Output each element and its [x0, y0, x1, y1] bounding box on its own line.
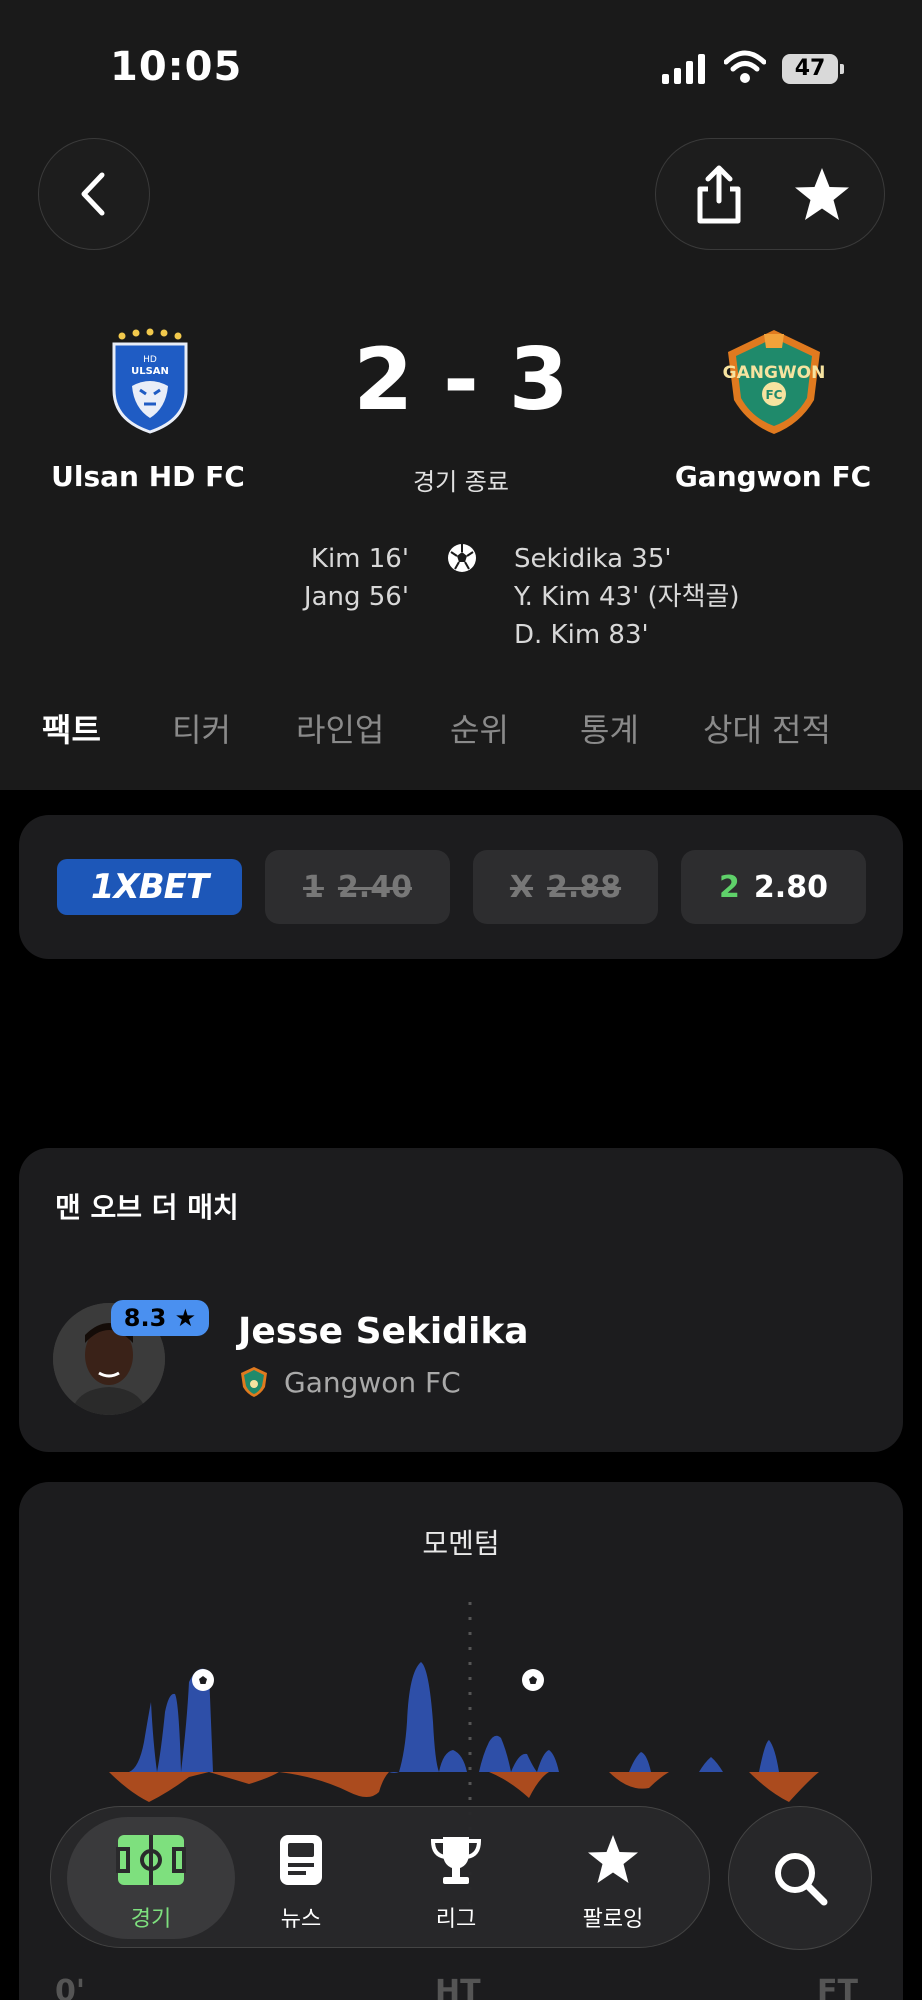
- home-scorer: Jang 56': [303, 582, 409, 612]
- tab-head-to-head[interactable]: 상대 전적: [703, 705, 831, 751]
- axis-label-ht: HT: [435, 1974, 481, 2000]
- bottom-nav: 경기 뉴스 리그 팔로잉: [50, 1806, 710, 1948]
- axis-label-start: 0': [55, 1974, 86, 2000]
- tab-lineup[interactable]: 라인업: [296, 705, 384, 751]
- nav-label: 경기: [130, 1907, 172, 1932]
- share-icon[interactable]: [688, 163, 750, 227]
- search-icon: [775, 1853, 828, 1906]
- favorite-star-icon[interactable]: [791, 165, 853, 225]
- nav-label: 뉴스: [280, 1907, 322, 1932]
- odds-away-button[interactable]: 2 2.80: [681, 850, 866, 924]
- odds-value: 2.40: [337, 869, 412, 905]
- goal-marker-icon: [522, 1669, 544, 1691]
- search-button[interactable]: [728, 1806, 872, 1950]
- nav-news[interactable]: 뉴스: [231, 1807, 371, 1949]
- tab-ticker[interactable]: 티커: [172, 705, 231, 751]
- status-bar: 10:05 47: [0, 0, 922, 130]
- tab-facts[interactable]: 팩트: [42, 705, 101, 751]
- odds-card: 1XBET 1 2.40 X 2.88 2 2.80: [19, 815, 903, 959]
- match-score: 2 - 3: [353, 330, 569, 430]
- away-scorers: Sekidika 35' Y. Kim 43' (자책골) D. Kim 83': [514, 540, 740, 654]
- match-tabs: 팩트 티커 라인업 순위 통계 상대 전적: [0, 705, 922, 765]
- odds-key: 1: [303, 869, 324, 905]
- axis-label-ft: FT: [817, 1974, 858, 2000]
- home-team-name[interactable]: Ulsan HD FC: [28, 460, 268, 493]
- svg-text:FC: FC: [765, 388, 782, 402]
- wifi-icon: [724, 50, 766, 83]
- svg-text:ULSAN: ULSAN: [131, 366, 169, 377]
- battery-level: 47: [782, 54, 838, 84]
- svg-text:HD: HD: [143, 355, 157, 365]
- motm-title: 맨 오브 더 매치: [55, 1191, 239, 1224]
- pitch-icon: [116, 1835, 186, 1885]
- gangwon-logo-icon: GANGWON FC: [723, 330, 826, 434]
- gangwon-logo-icon: [241, 1367, 267, 1397]
- news-icon: [280, 1835, 322, 1885]
- soccer-ball-icon: [448, 544, 476, 572]
- tab-stats[interactable]: 통계: [580, 705, 639, 751]
- away-scorer: Sekidika 35': [514, 544, 672, 574]
- man-of-the-match-card[interactable]: 맨 오브 더 매치 8.3 ★ Jesse Sekidika Gangwon F…: [19, 1148, 903, 1452]
- nav-following[interactable]: 팔로잉: [543, 1807, 683, 1949]
- player-rating-badge: 8.3 ★: [111, 1300, 209, 1336]
- nav-leagues[interactable]: 리그: [386, 1807, 526, 1949]
- home-scorer: Kim 16': [310, 544, 409, 574]
- player-name: Jesse Sekidika: [238, 1311, 529, 1352]
- odds-value: 2.80: [753, 869, 828, 905]
- back-button[interactable]: [38, 138, 150, 250]
- odds-draw-button[interactable]: X 2.88: [473, 850, 658, 924]
- home-scorers: Kim 16' Jang 56': [304, 540, 409, 616]
- odds-home-button[interactable]: 1 2.40: [265, 850, 450, 924]
- momentum-title: 모멘텀: [422, 1527, 500, 1560]
- away-team-name[interactable]: Gangwon FC: [653, 460, 893, 493]
- status-time: 10:05: [110, 44, 243, 90]
- match-status: 경기 종료: [413, 468, 509, 496]
- ulsan-logo-icon: HD ULSAN: [112, 328, 188, 434]
- odds-key: 2: [719, 869, 740, 905]
- chevron-left-icon: [81, 172, 105, 216]
- bet-provider-logo[interactable]: 1XBET: [57, 859, 242, 915]
- odds-value: 2.88: [547, 869, 622, 905]
- player-team: Gangwon FC: [284, 1366, 461, 1399]
- trophy-icon: [430, 1837, 482, 1884]
- goal-marker-icon: [192, 1669, 214, 1691]
- tab-standings[interactable]: 순위: [450, 705, 509, 751]
- svg-text:GANGWON: GANGWON: [723, 363, 826, 383]
- header-actions: [655, 138, 885, 250]
- odds-key: X: [509, 869, 534, 905]
- star-icon: [588, 1835, 638, 1883]
- away-scorer: Y. Kim 43' (자책골): [514, 582, 740, 612]
- nav-matches[interactable]: 경기: [61, 1807, 241, 1949]
- signal-icon: [662, 54, 705, 84]
- match-header: 10:05 47 HD ULSAN Ulsan HD FC 2 - 3 경기 종…: [0, 0, 922, 790]
- nav-label: 팔로잉: [582, 1907, 644, 1932]
- nav-label: 리그: [435, 1907, 477, 1932]
- battery-icon: 47: [782, 54, 844, 84]
- away-scorer: D. Kim 83': [514, 620, 649, 650]
